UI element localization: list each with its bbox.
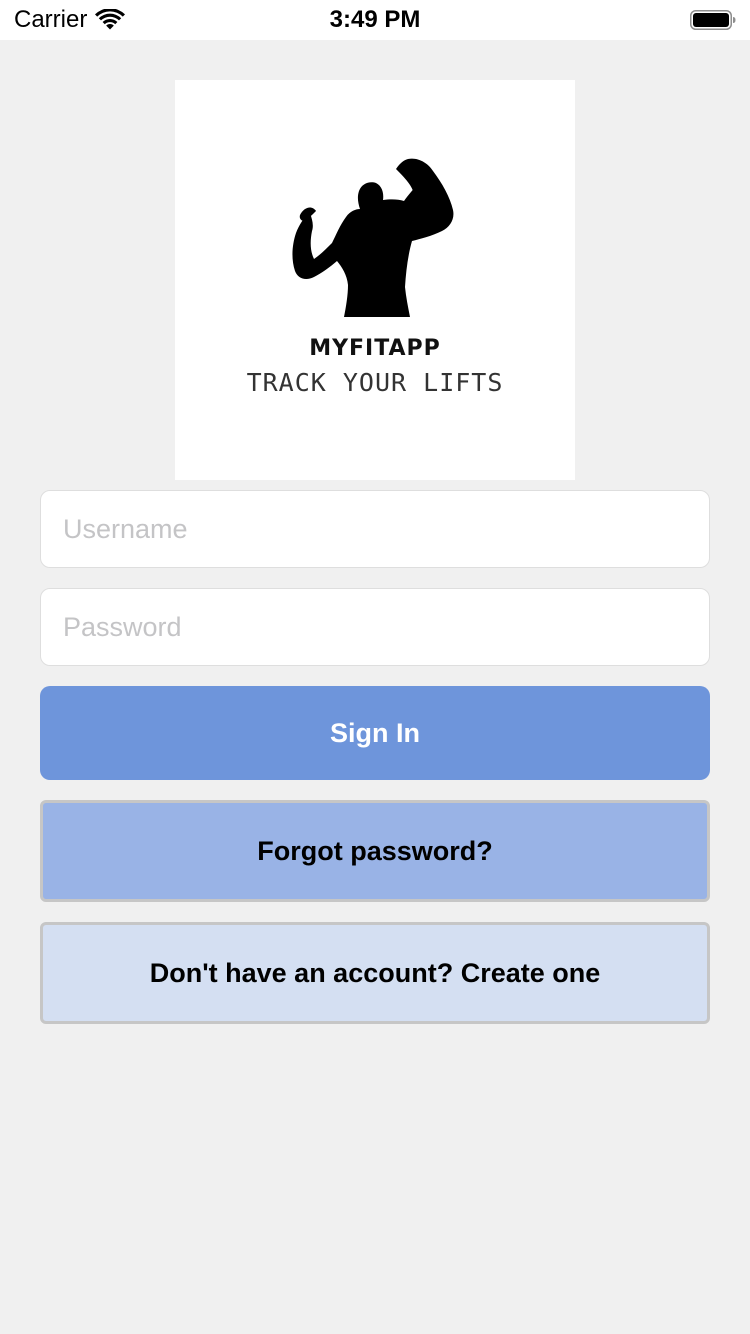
- create-account-label: Don't have an account? Create one: [149, 957, 601, 988]
- password-field[interactable]: [40, 588, 710, 666]
- forgot-password-button[interactable]: Forgot password?: [40, 800, 710, 902]
- sign-in-button[interactable]: Sign In: [40, 686, 710, 780]
- app-tagline: TRACK YOUR LIFTS: [246, 368, 504, 397]
- sign-in-label: Sign In: [330, 717, 420, 748]
- create-account-button[interactable]: Don't have an account? Create one: [40, 922, 710, 1024]
- app-name: MYFITAPP: [309, 336, 441, 361]
- forgot-password-label: Forgot password?: [257, 835, 493, 866]
- app-logo: MYFITAPP TRACK YOUR LIFTS: [175, 80, 575, 480]
- status-time: 3:49 PM: [329, 6, 421, 33]
- battery-icon: [690, 10, 736, 30]
- bodybuilder-icon: [292, 158, 454, 317]
- status-bar: Carrier 3:49 PM: [0, 0, 750, 40]
- username-field[interactable]: [40, 490, 710, 568]
